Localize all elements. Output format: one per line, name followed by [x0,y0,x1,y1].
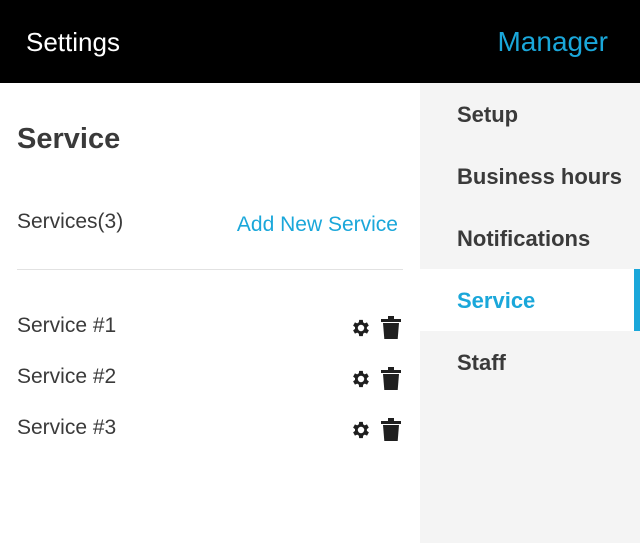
row-actions [349,417,403,443]
sidebar-item-service[interactable]: Service [420,269,640,331]
header-title: Settings [26,27,120,57]
sidebar-item-setup[interactable]: Setup [420,83,640,145]
services-count: Services(3) [17,210,124,233]
add-new-service-link[interactable]: Add New Service [237,212,398,238]
sidebar-item-label: Business hours [457,164,623,189]
service-row: Service #3 [17,411,403,462]
sidebar-item-notifications[interactable]: Notifications [420,207,640,269]
service-row: Service #1 [17,309,403,360]
trash-icon[interactable] [379,366,403,392]
service-list: Service #1 Service #2 Service #3 [17,309,403,462]
gear-icon[interactable] [349,417,373,443]
service-row: Service #2 [17,360,403,411]
divider [17,269,403,270]
top-bar: Settings Manager [0,0,640,83]
sidebar-item-label: Staff [457,350,506,375]
sidebar-item-label: Service [457,288,536,313]
page-title: Service [17,123,121,155]
settings-app: Settings Manager Service Services(3) Add… [0,0,640,543]
service-name: Service #2 [17,365,117,388]
row-actions [349,366,403,392]
settings-sidebar: Setup Business hours Notifications Servi… [420,83,640,543]
sidebar-item-business-hours[interactable]: Business hours [420,145,640,207]
gear-icon[interactable] [349,366,373,392]
sidebar-item-label: Setup [457,102,519,127]
sidebar-item-staff[interactable]: Staff [420,331,640,393]
trash-icon[interactable] [379,417,403,443]
main-panel: Service Services(3) Add New Service Serv… [0,83,420,543]
manager-link[interactable]: Manager [497,26,608,58]
service-name: Service #1 [17,314,117,337]
row-actions [349,315,403,341]
service-name: Service #3 [17,416,117,439]
sidebar-item-label: Notifications [457,226,591,251]
gear-icon[interactable] [349,315,373,341]
trash-icon[interactable] [379,315,403,341]
active-indicator [634,269,640,331]
